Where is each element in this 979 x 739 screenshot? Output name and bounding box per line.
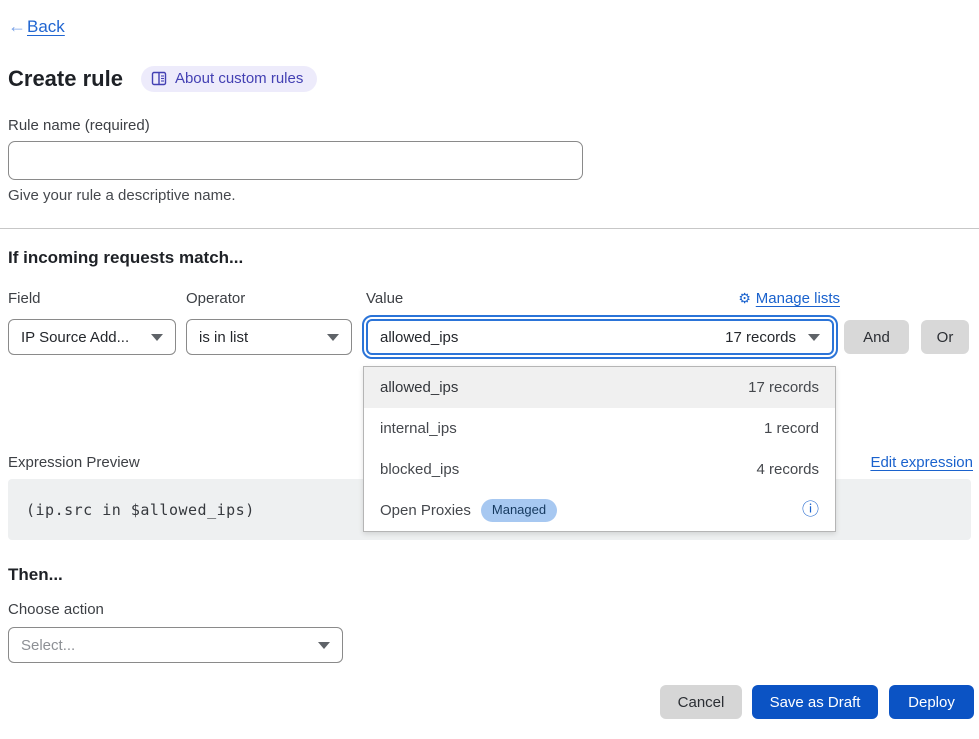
gear-icon: ⚙ <box>738 292 751 306</box>
rule-name-label: Rule name (required) <box>8 117 150 134</box>
list-name: allowed_ips <box>380 379 458 396</box>
list-name: blocked_ips <box>380 461 459 478</box>
page-title: Create rule <box>8 66 123 92</box>
section-divider <box>0 228 979 229</box>
back-arrow-icon: ← <box>8 16 26 37</box>
value-label: Value <box>366 290 403 307</box>
choose-action-label: Choose action <box>8 601 104 618</box>
rule-name-input[interactable] <box>8 141 583 180</box>
info-icon[interactable]: ⓘ <box>802 502 819 519</box>
title-row: Create rule About custom rules <box>8 66 317 92</box>
list-name: Open Proxies <box>380 502 471 519</box>
manage-lists-link[interactable]: ⚙ Manage lists <box>730 290 840 307</box>
list-name: internal_ips <box>380 420 457 437</box>
rule-name-helper-text: Give your rule a descriptive name. <box>8 187 236 204</box>
dropdown-option-internal-ips[interactable]: internal_ips 1 record <box>364 408 835 449</box>
dropdown-option-blocked-ips[interactable]: blocked_ips 4 records <box>364 449 835 490</box>
value-dropdown-panel: allowed_ips 17 records internal_ips 1 re… <box>363 366 836 532</box>
action-select-placeholder: Select... <box>21 637 75 654</box>
list-record-count: 17 records <box>748 379 819 396</box>
managed-badge: Managed <box>481 499 557 522</box>
about-badge-label: About custom rules <box>175 70 303 87</box>
value-select-value: allowed_ips <box>380 329 458 346</box>
dropdown-option-open-proxies[interactable]: Open Proxies Managed ⓘ <box>364 490 835 531</box>
value-select[interactable]: allowed_ips 17 records <box>366 319 834 355</box>
operator-label: Operator <box>186 290 245 307</box>
create-rule-page: ←Back Create rule About custom rules Rul… <box>0 0 979 739</box>
list-record-count: 1 record <box>764 420 819 437</box>
expression-code: (ip.src in $allowed_ips) <box>26 501 255 519</box>
operator-select[interactable]: is in list <box>186 319 352 355</box>
cancel-button[interactable]: Cancel <box>660 685 742 719</box>
chevron-down-icon <box>327 334 339 341</box>
save-as-draft-button[interactable]: Save as Draft <box>752 685 878 719</box>
book-icon <box>151 71 167 86</box>
action-select[interactable]: Select... <box>8 627 343 663</box>
field-select-value: IP Source Add... <box>21 329 129 346</box>
deploy-button[interactable]: Deploy <box>889 685 974 719</box>
value-select-records: 17 records <box>725 329 796 346</box>
then-section-heading: Then... <box>8 565 63 585</box>
dropdown-option-allowed-ips[interactable]: allowed_ips 17 records <box>364 367 835 408</box>
back-link-label: Back <box>27 17 65 37</box>
chevron-down-icon <box>151 334 163 341</box>
list-record-count: 4 records <box>756 461 819 478</box>
field-label: Field <box>8 290 41 307</box>
field-select[interactable]: IP Source Add... <box>8 319 176 355</box>
expression-preview-label: Expression Preview <box>8 454 140 471</box>
back-link[interactable]: ←Back <box>8 16 65 37</box>
about-custom-rules-link[interactable]: About custom rules <box>141 66 317 92</box>
chevron-down-icon <box>318 642 330 649</box>
manage-lists-label: Manage lists <box>756 290 840 307</box>
and-button[interactable]: And <box>844 320 909 354</box>
match-section-heading: If incoming requests match... <box>8 248 243 268</box>
chevron-down-icon <box>808 334 820 341</box>
or-button[interactable]: Or <box>921 320 969 354</box>
operator-select-value: is in list <box>199 329 248 346</box>
edit-expression-link[interactable]: Edit expression <box>870 454 973 471</box>
